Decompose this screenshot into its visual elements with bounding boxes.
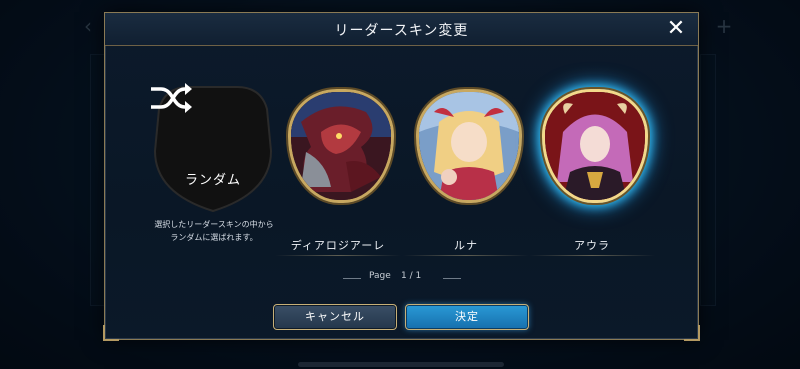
random-skin-option[interactable]: ランダム: [149, 81, 277, 215]
random-description-line2: ランダムに選ばれます。: [170, 233, 258, 242]
random-description: 選択したリーダースキンの中から ランダムに選ばれます。: [139, 218, 289, 244]
frame-corner-ornament: [684, 325, 700, 341]
skin-option-diarogiare[interactable]: ディアロジアーレ: [275, 85, 401, 256]
cancel-button[interactable]: キャンセル: [273, 304, 397, 330]
leader-skin-dialog: リーダースキン変更 ✕ ランダム 選択したリーダースキンの中から ランダムに選ば…: [103, 12, 700, 341]
name-divider: [275, 255, 401, 256]
skin-name: ディアロジアーレ: [290, 239, 386, 252]
skin-option-luna[interactable]: ルナ: [403, 85, 529, 256]
pager-line-left: [343, 278, 361, 279]
pager-count: 1 / 1: [401, 271, 422, 281]
close-icon[interactable]: ✕: [664, 17, 688, 41]
shuffle-icon: [151, 83, 192, 113]
skin-name: ルナ: [454, 239, 478, 252]
name-divider: [403, 255, 529, 256]
confirm-button[interactable]: 決定: [405, 304, 529, 330]
skin-portrait-frame: [416, 89, 522, 203]
skin-portrait-frame: [542, 89, 648, 203]
skin-name: アウラ: [574, 239, 610, 252]
dialog-title: リーダースキン変更: [334, 23, 469, 39]
pager-label: Page: [369, 271, 391, 281]
skin-portrait-art: [419, 92, 519, 200]
frame-corner-ornament: [103, 325, 119, 341]
random-description-line1: 選択したリーダースキンの中から: [154, 220, 274, 229]
skin-portrait-art: [545, 92, 645, 200]
dialog-header: リーダースキン変更 ✕: [105, 13, 698, 46]
skin-option-aura[interactable]: アウラ: [529, 85, 655, 256]
random-label: ランダム: [184, 173, 241, 188]
skin-portrait-frame: [288, 89, 394, 203]
pager-line-right: [443, 278, 461, 279]
skin-portrait-art: [291, 92, 391, 200]
pager: Page 1 / 1: [343, 271, 463, 285]
name-divider: [529, 255, 655, 256]
